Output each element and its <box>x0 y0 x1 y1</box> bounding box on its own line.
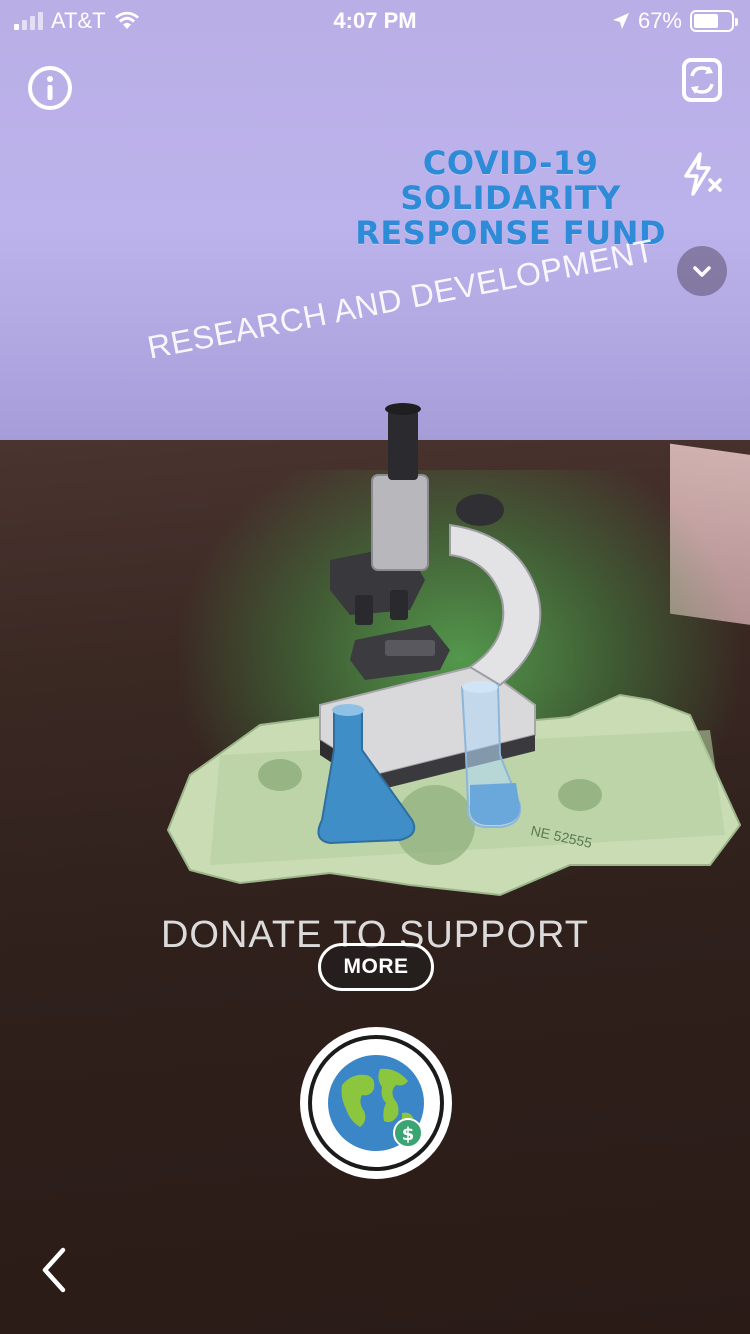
camera-flip-button[interactable] <box>676 54 728 106</box>
flash-off-icon <box>684 152 722 196</box>
status-right-group: 67% <box>612 8 738 34</box>
fund-title-line-1: COVID-19 <box>422 144 599 182</box>
battery-icon <box>690 10 738 32</box>
camera-flip-icon <box>682 58 722 102</box>
shutter-button[interactable]: $ <box>300 1027 452 1179</box>
globe-donate-icon: $ <box>328 1055 424 1151</box>
back-chevron-icon <box>42 1247 66 1293</box>
shutter-ring: $ <box>308 1035 444 1171</box>
info-button[interactable] <box>26 64 74 112</box>
status-bar: AT&T 4:07 PM 67% <box>0 0 750 40</box>
expand-menu-button[interactable] <box>677 246 727 296</box>
svg-text:$: $ <box>402 1124 415 1145</box>
shutter-inner: $ <box>312 1039 440 1167</box>
ar-microscope-illustration: NE 52555 <box>166 403 742 897</box>
location-arrow-icon <box>612 13 629 29</box>
flash-toggle-button[interactable] <box>678 150 726 198</box>
battery-percent: 67% <box>637 8 682 33</box>
chevron-down-icon <box>693 266 711 277</box>
more-button[interactable]: MORE <box>318 943 434 991</box>
info-icon <box>28 66 72 110</box>
fund-title-line-2: SOLIDARITY <box>400 179 621 217</box>
fund-title: COVID-19 SOLIDARITY RESPONSE FUND <box>355 146 666 251</box>
back-button[interactable] <box>34 1240 74 1300</box>
